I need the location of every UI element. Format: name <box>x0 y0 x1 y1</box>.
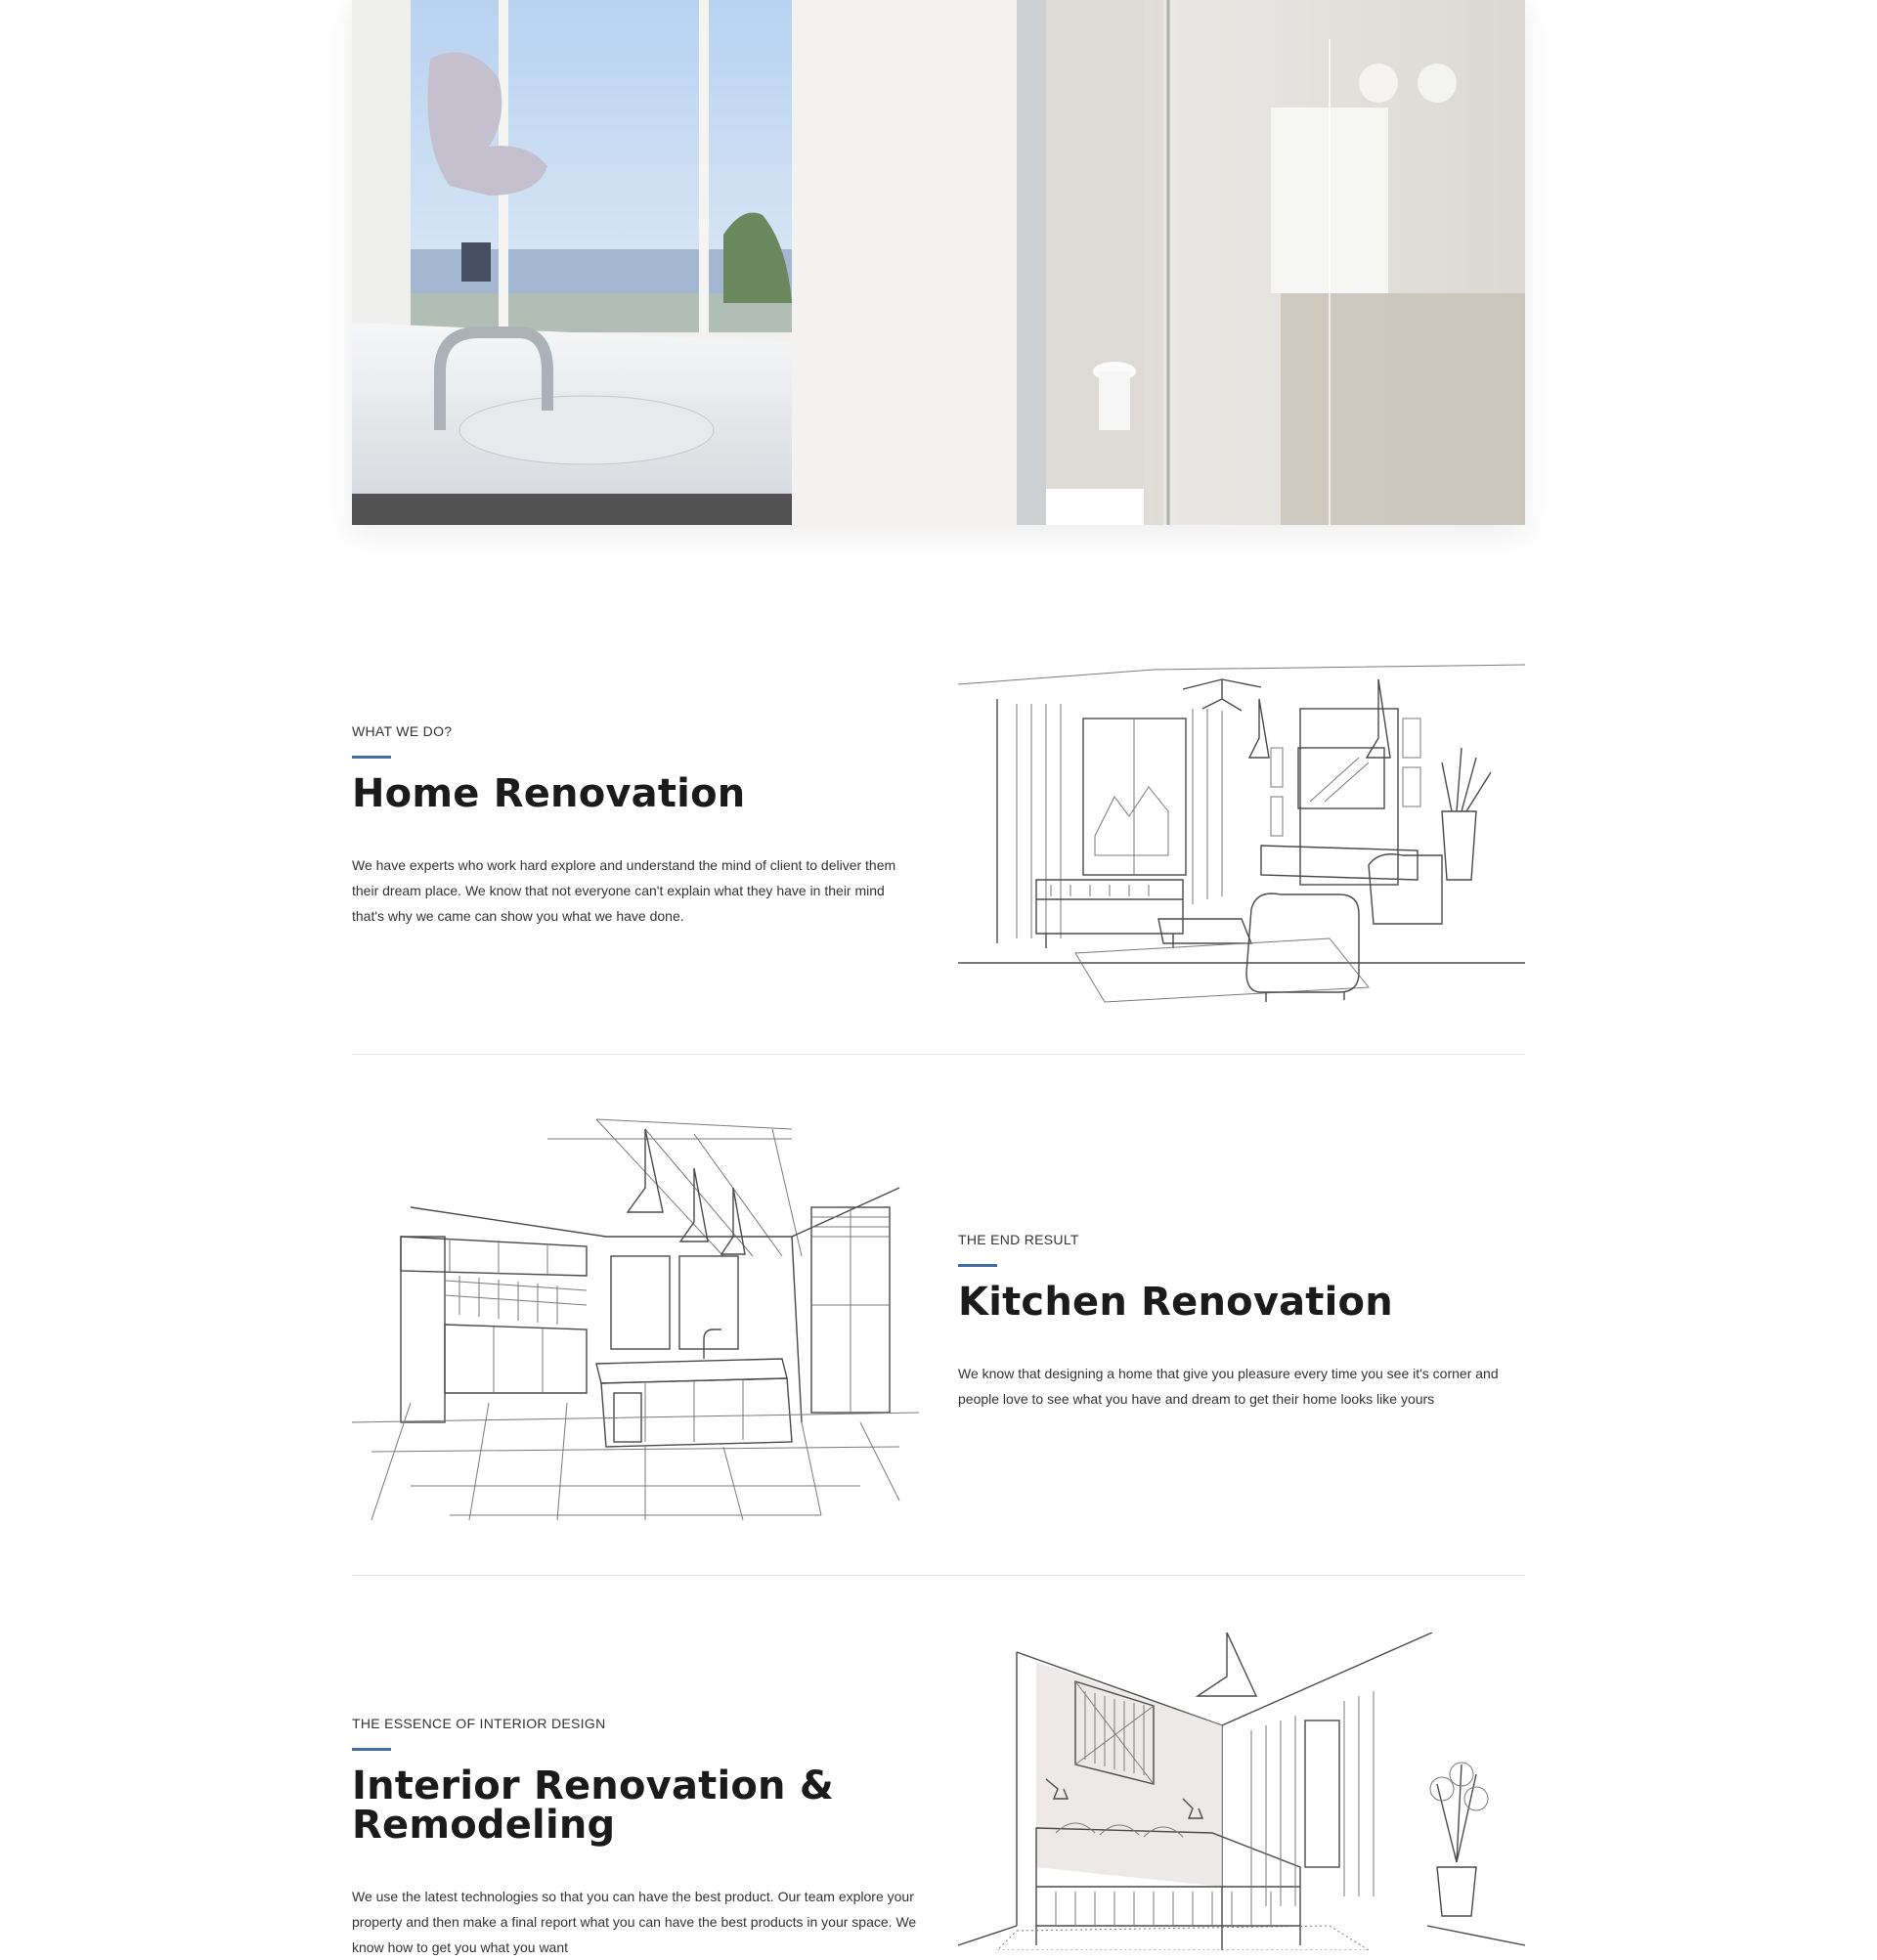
section-eyebrow: WHAT WE DO? <box>352 723 453 739</box>
section-eyebrow: THE END RESULT <box>958 1232 1079 1247</box>
section-text: THE END RESULT Kitchen Renovation We kno… <box>958 1232 1525 1412</box>
section-text: THE ESSENCE OF INTERIOR DESIGN Interior … <box>352 1716 919 1960</box>
section-divider <box>352 1054 1525 1055</box>
accent-bar <box>352 1748 391 1751</box>
section-title: Kitchen Renovation <box>958 1280 1393 1325</box>
section-divider <box>352 1575 1525 1576</box>
section-title: Interior Renovation & Remodeling <box>352 1764 834 1848</box>
section-description: We have experts who work hard explore an… <box>352 857 896 924</box>
accent-bar <box>958 1264 997 1267</box>
section-title: Home Renovation <box>352 771 746 816</box>
hero-image <box>352 0 1525 525</box>
section-home-renovation: WHAT WE DO? Home Renovation We have expe… <box>352 626 1526 1017</box>
living-room-sketch <box>957 640 1526 1017</box>
accent-bar <box>352 756 391 759</box>
section-description: We know that designing a home that give … <box>958 1366 1499 1407</box>
section-description: We use the latest technologies so that y… <box>352 1889 917 1955</box>
section-eyebrow: THE ESSENCE OF INTERIOR DESIGN <box>352 1716 606 1731</box>
section-text: WHAT WE DO? Home Renovation We have expe… <box>352 723 919 929</box>
bedroom-sketch <box>957 1632 1526 1955</box>
section-interior-renovation: THE ESSENCE OF INTERIOR DESIGN Interior … <box>352 1618 1526 1955</box>
kitchen-sketch <box>351 1110 920 1525</box>
section-kitchen-renovation: THE END RESULT Kitchen Renovation We kno… <box>351 1095 1525 1525</box>
hero-photo <box>352 0 1525 525</box>
